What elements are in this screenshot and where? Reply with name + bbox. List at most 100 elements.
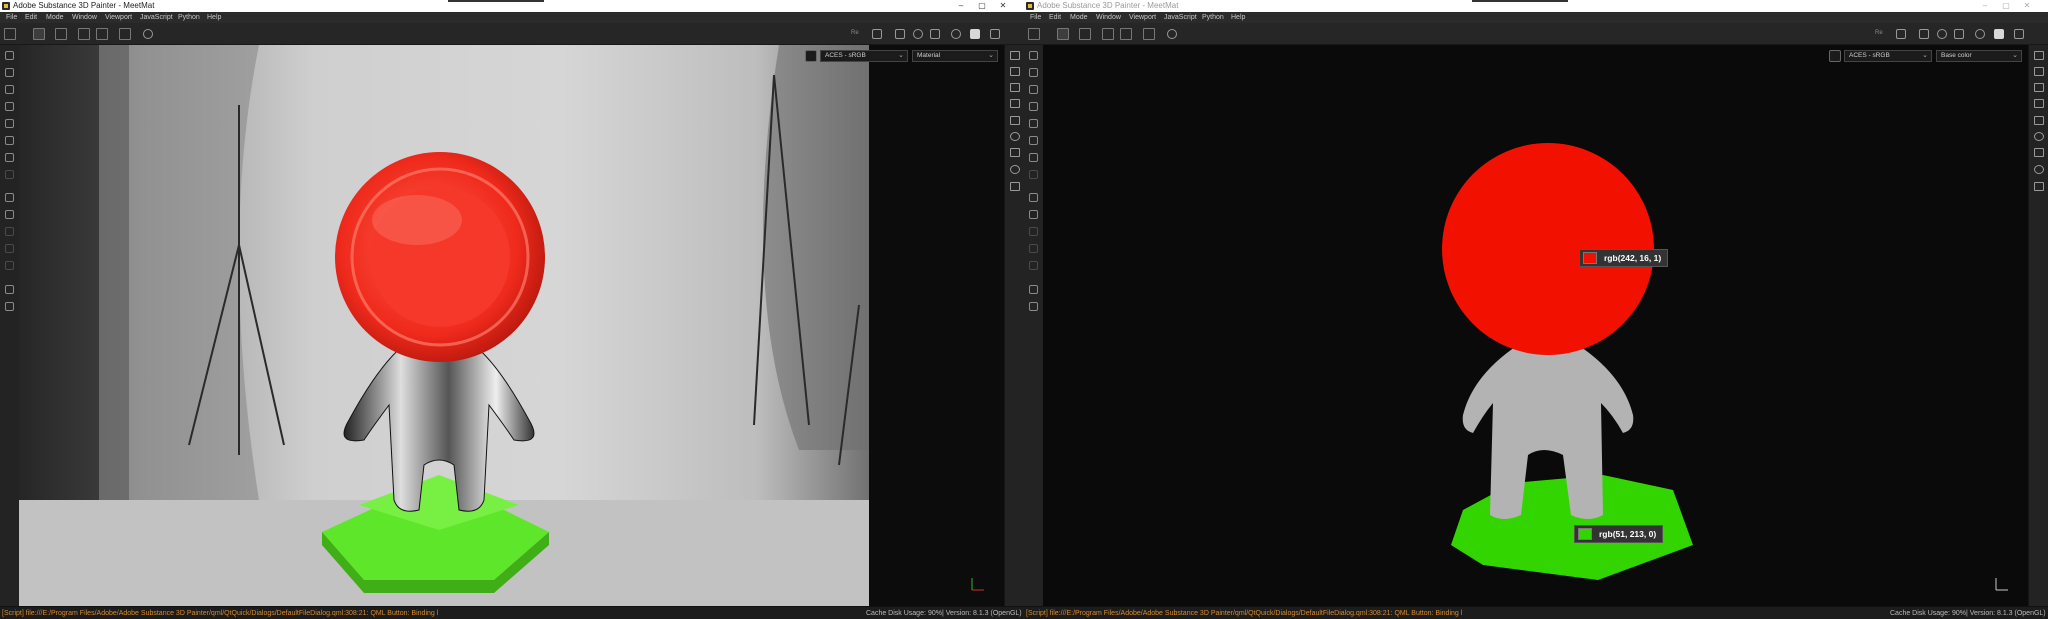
clone-icon[interactable]	[5, 136, 14, 145]
environment-icon[interactable]	[1937, 29, 1947, 39]
channel-dropdown[interactable]: Material ⌄	[912, 50, 998, 62]
mirror-x-icon[interactable]	[78, 28, 90, 40]
menu-mode[interactable]: Mode	[1070, 12, 1088, 23]
minimize-icon[interactable]: –	[954, 0, 968, 12]
path-icon[interactable]	[1029, 227, 1038, 236]
brush-icon[interactable]	[1029, 51, 1038, 60]
viewport-3d[interactable]: rgb(242, 16, 1) rgb(51, 213, 0) ACES - s…	[1043, 45, 2028, 606]
menu-file[interactable]: File	[6, 12, 17, 23]
menu-python[interactable]: Python	[178, 12, 200, 23]
camera-icon[interactable]	[1954, 29, 1964, 39]
grid-icon[interactable]	[1057, 28, 1069, 40]
screenshot-icon[interactable]	[990, 29, 1000, 39]
grid-dense-icon[interactable]	[55, 28, 67, 40]
mirror-y-icon[interactable]	[96, 28, 108, 40]
channel-dropdown[interactable]: Base color ⌄	[1936, 50, 2022, 62]
menu-javascript[interactable]: JavaScript	[1164, 12, 1197, 23]
close-icon[interactable]: ✕	[2020, 0, 2034, 12]
menu-viewport[interactable]: Viewport	[1129, 12, 1156, 23]
assets-icon[interactable]	[2034, 148, 2044, 157]
smudge-icon[interactable]	[5, 119, 14, 128]
lasso-icon[interactable]	[5, 210, 14, 219]
menu-help[interactable]: Help	[207, 12, 221, 23]
polygon-fill-icon[interactable]	[1029, 170, 1038, 179]
menu-window[interactable]: Window	[1096, 12, 1121, 23]
script-log[interactable]: [Script] file:///E:/Program Files/Adobe/…	[1026, 607, 1462, 619]
texture-set-icon[interactable]	[2034, 67, 2044, 76]
geometry-fill-icon[interactable]	[1029, 102, 1038, 111]
eraser-icon[interactable]	[5, 68, 14, 77]
viewport-3d[interactable]: ACES - sRGB ⌄ Material ⌄	[19, 45, 1004, 606]
paint-view-icon[interactable]	[970, 29, 980, 39]
minimize-icon[interactable]: –	[1978, 0, 1992, 12]
close-icon[interactable]: ✕	[996, 0, 1010, 12]
camera-reset-icon[interactable]	[143, 29, 153, 39]
bake-icon[interactable]	[5, 193, 14, 202]
menu-viewport[interactable]: Viewport	[105, 12, 132, 23]
material-picker-icon[interactable]	[5, 153, 14, 162]
pause-icon[interactable]	[872, 29, 882, 39]
maximize-icon[interactable]: ▢	[975, 0, 989, 12]
menu-file[interactable]: File	[1030, 12, 1041, 23]
screenshot-icon[interactable]	[2014, 29, 2024, 39]
export-icon[interactable]	[1029, 285, 1038, 294]
menu-javascript[interactable]: JavaScript	[140, 12, 173, 23]
light-icon[interactable]	[1975, 29, 1985, 39]
environment-icon[interactable]	[913, 29, 923, 39]
camera-icon[interactable]	[930, 29, 940, 39]
camera-reset-icon[interactable]	[1167, 29, 1177, 39]
maximize-icon[interactable]: ▢	[1999, 0, 2013, 12]
menu-edit[interactable]: Edit	[1049, 12, 1061, 23]
bake-icon[interactable]	[1029, 193, 1038, 202]
projection-icon[interactable]	[5, 85, 14, 94]
export-icon[interactable]	[5, 285, 14, 294]
symmetry-icon[interactable]	[1143, 28, 1155, 40]
log-icon[interactable]	[1010, 182, 1020, 191]
brush-settings-icon[interactable]	[2034, 99, 2044, 108]
transform-icon[interactable]	[5, 261, 14, 270]
colorspace-dropdown[interactable]: ACES - sRGB ⌄	[1844, 50, 1932, 62]
layers-icon[interactable]	[2034, 51, 2044, 60]
color-picker-icon[interactable]	[1829, 50, 1841, 62]
menu-window[interactable]: Window	[72, 12, 97, 23]
script-log[interactable]: [Script] file:///E:/Program Files/Adobe/…	[2, 607, 438, 619]
light-icon[interactable]	[951, 29, 961, 39]
brush-icon[interactable]	[5, 51, 14, 60]
properties-icon[interactable]	[2034, 116, 2044, 125]
log-icon[interactable]	[2034, 182, 2044, 191]
display-settings-icon[interactable]	[1010, 132, 1020, 141]
grid-dense-icon[interactable]	[1079, 28, 1091, 40]
layers-icon[interactable]	[1010, 51, 1020, 60]
menu-help[interactable]: Help	[1231, 12, 1245, 23]
eraser-icon[interactable]	[1029, 68, 1038, 77]
pause-icon[interactable]	[1896, 29, 1906, 39]
brush-settings-icon[interactable]	[1010, 99, 1020, 108]
shelf-icon[interactable]	[1029, 302, 1038, 311]
frame-icon[interactable]	[1919, 29, 1929, 39]
paint-view-icon[interactable]	[1994, 29, 2004, 39]
grid-icon[interactable]	[33, 28, 45, 40]
properties-icon[interactable]	[1010, 116, 1020, 125]
transform-icon[interactable]	[1029, 261, 1038, 270]
color-picker-icon[interactable]	[805, 50, 817, 62]
text-icon[interactable]	[1029, 244, 1038, 253]
projection-icon[interactable]	[1029, 85, 1038, 94]
display-settings-icon[interactable]	[2034, 132, 2044, 141]
frame-icon[interactable]	[895, 29, 905, 39]
symmetry-icon[interactable]	[119, 28, 131, 40]
clone-icon[interactable]	[1029, 136, 1038, 145]
mirror-y-icon[interactable]	[1120, 28, 1132, 40]
shelf-icon[interactable]	[5, 302, 14, 311]
stack-icon[interactable]	[2034, 83, 2044, 92]
material-picker-icon[interactable]	[1029, 153, 1038, 162]
menu-python[interactable]: Python	[1202, 12, 1224, 23]
path-icon[interactable]	[5, 227, 14, 236]
texture-set-icon[interactable]	[1010, 67, 1020, 76]
layout-icon[interactable]	[1028, 28, 1040, 40]
layout-icon[interactable]	[4, 28, 16, 40]
assets-icon[interactable]	[1010, 148, 1020, 157]
history-icon[interactable]	[1010, 165, 1020, 174]
colorspace-dropdown[interactable]: ACES - sRGB ⌄	[820, 50, 908, 62]
mirror-x-icon[interactable]	[1102, 28, 1114, 40]
history-icon[interactable]	[2034, 165, 2044, 174]
